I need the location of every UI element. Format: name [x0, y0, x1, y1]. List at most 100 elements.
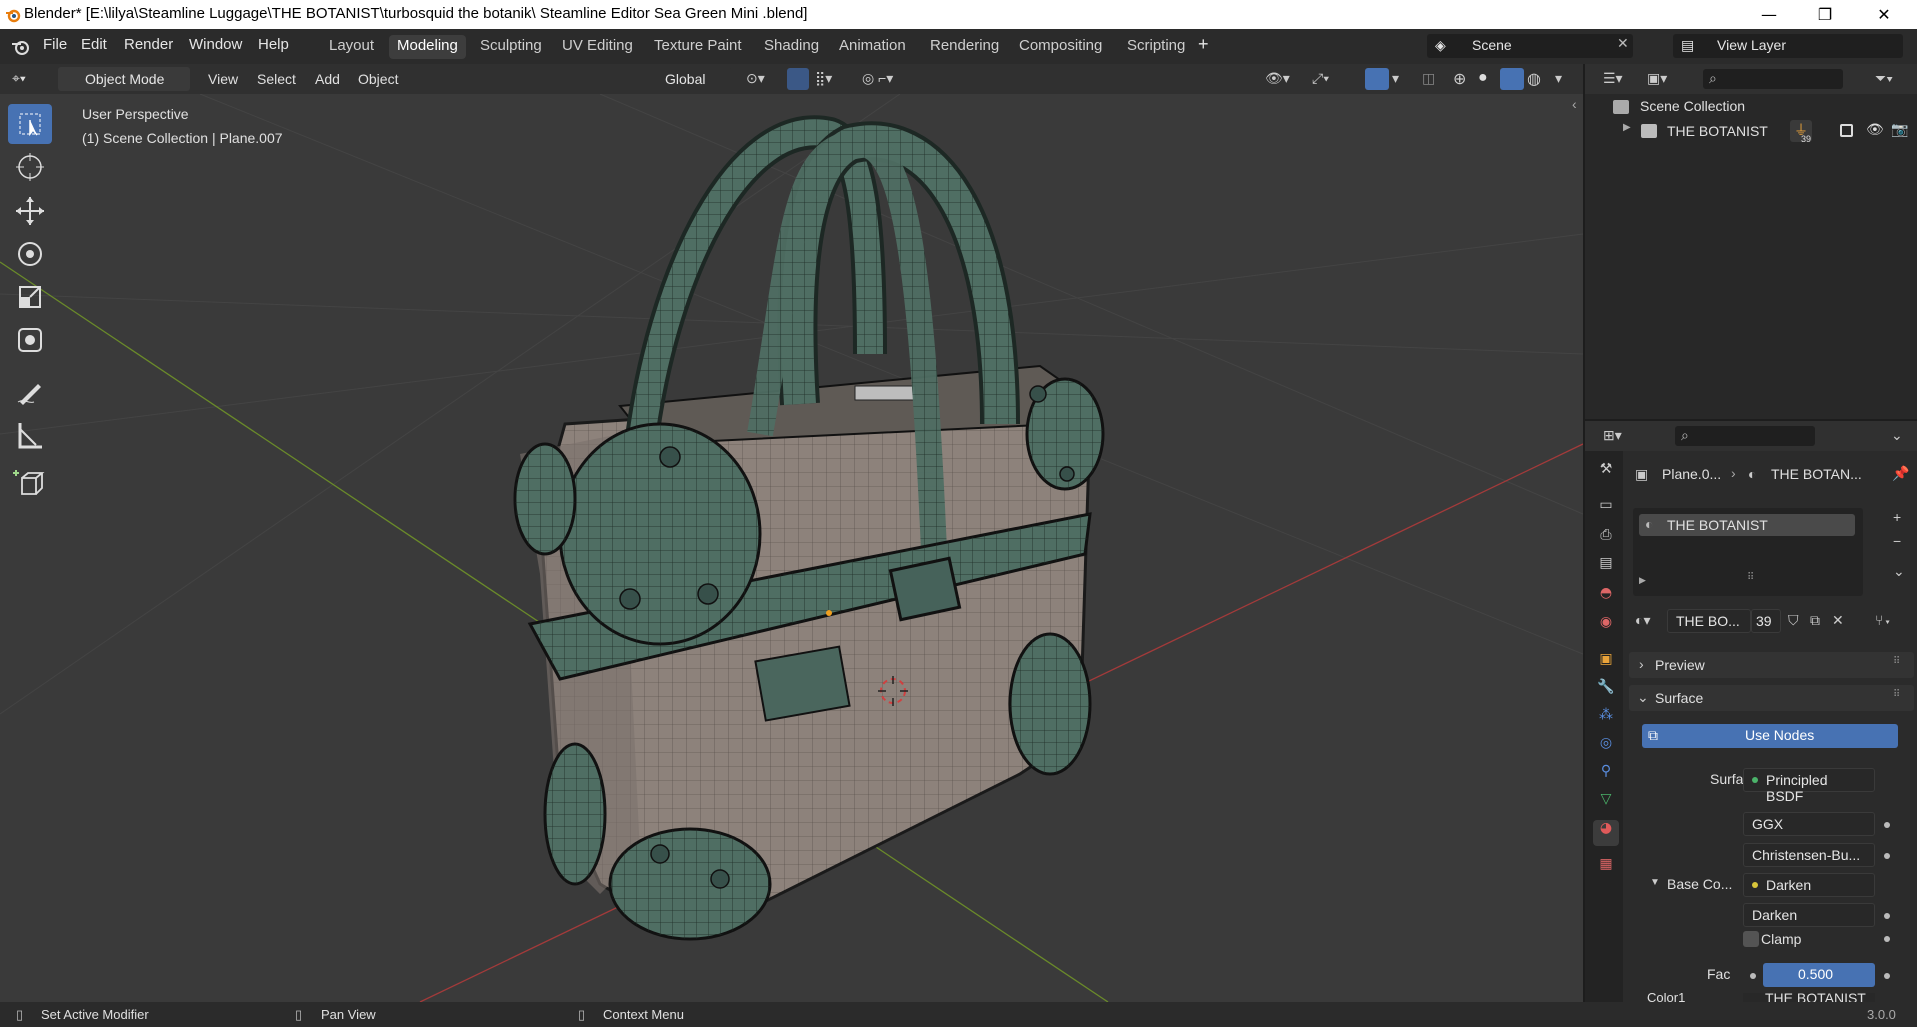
view-layer-selector[interactable]: ▤ View Layer: [1673, 34, 1903, 58]
wireframe-shading-icon[interactable]: ⊕: [1453, 69, 1466, 89]
menu-help[interactable]: Help: [258, 36, 289, 53]
annotate-tool[interactable]: [8, 372, 52, 412]
add-workspace-icon[interactable]: +: [1198, 34, 1209, 55]
scene-selector[interactable]: ◈ Scene: [1427, 34, 1633, 58]
menu-object[interactable]: Object: [358, 71, 398, 87]
shading-dropdown-icon[interactable]: ▾: [1555, 70, 1562, 87]
modifier-tab-icon[interactable]: 🔧: [1593, 679, 1619, 705]
close-button[interactable]: ✕: [1856, 0, 1912, 29]
add-slot-icon[interactable]: +: [1893, 509, 1901, 525]
solid-shading-icon[interactable]: ●: [1478, 69, 1488, 87]
editor-type-icon[interactable]: ⌖▾: [12, 70, 26, 87]
exclude-checkbox[interactable]: [1840, 124, 1853, 137]
material-tab-icon[interactable]: ◕: [1593, 820, 1619, 846]
scene-tab-icon[interactable]: ◓: [1593, 585, 1619, 611]
pin-icon[interactable]: 📌: [1892, 465, 1909, 482]
outliner-root-label[interactable]: Scene Collection: [1640, 98, 1745, 114]
menu-render[interactable]: Render: [124, 36, 173, 53]
drag-handle-icon[interactable]: ⠿: [1893, 689, 1900, 700]
material-users-count[interactable]: 39: [1751, 609, 1781, 633]
proportional-edit-icon[interactable]: ◎ ⌐▾: [862, 70, 893, 87]
keyframe-dot-icon[interactable]: [1884, 913, 1890, 919]
menu-edit[interactable]: Edit: [81, 36, 107, 53]
scene-close-icon[interactable]: ✕: [1617, 36, 1629, 52]
tab-shading[interactable]: Shading: [756, 35, 827, 59]
transform-tool[interactable]: [8, 320, 52, 360]
minimize-button[interactable]: —: [1741, 0, 1797, 29]
physics-tab-icon[interactable]: ◎: [1593, 735, 1619, 761]
data-tab-icon[interactable]: ▽: [1593, 791, 1619, 817]
restore-button[interactable]: ❐: [1797, 0, 1853, 29]
menu-window[interactable]: Window: [189, 36, 242, 53]
tab-scripting[interactable]: Scripting: [1119, 35, 1193, 59]
visibility-icon[interactable]: 👁▾: [1265, 70, 1290, 87]
display-mode-icon[interactable]: ▣▾: [1647, 70, 1667, 87]
constraints-tab-icon[interactable]: ⚲: [1593, 763, 1619, 789]
keyframe-dot-icon[interactable]: [1884, 822, 1890, 828]
expand-arrow-icon[interactable]: ▶: [1623, 122, 1631, 133]
texture-tab-icon[interactable]: ▦: [1593, 856, 1619, 882]
properties-dropdown-icon[interactable]: ⌄: [1891, 427, 1903, 444]
surface-shader-field[interactable]: Principled BSDF: [1743, 768, 1875, 804]
overlay-toggle-icon[interactable]: [1365, 68, 1389, 90]
3d-viewport[interactable]: User Perspective (1) Scene Collection | …: [0, 94, 1583, 1002]
camera-icon[interactable]: 📷: [1891, 121, 1908, 138]
fake-user-icon[interactable]: ⛉: [1788, 612, 1799, 629]
remove-slot-icon[interactable]: −: [1893, 533, 1901, 549]
list-expand-icon[interactable]: ▶: [1639, 575, 1646, 586]
tab-layout[interactable]: Layout: [321, 35, 382, 59]
tab-modeling[interactable]: Modeling: [389, 35, 466, 59]
tab-sculpting[interactable]: Sculpting: [472, 35, 550, 59]
clamp-checkbox[interactable]: [1743, 931, 1759, 947]
object-tab-icon[interactable]: ▣: [1593, 651, 1619, 677]
tool-tab-icon[interactable]: ⚒: [1593, 461, 1619, 487]
material-name-field[interactable]: THE BO...: [1667, 609, 1751, 633]
subsurface-method-dropdown[interactable]: Christensen-Bu...: [1743, 843, 1875, 867]
rendered-shading-icon[interactable]: ◍: [1527, 69, 1541, 89]
list-resize-handle[interactable]: ⠿: [1747, 572, 1754, 583]
tab-compositing[interactable]: Compositing: [1011, 35, 1110, 59]
blender-menu-icon[interactable]: [11, 38, 31, 56]
fac-slider[interactable]: 0.500: [1763, 963, 1875, 987]
snap-toggle-icon[interactable]: [787, 68, 809, 90]
tab-rendering[interactable]: Rendering: [922, 35, 1007, 59]
material-slot-row[interactable]: ◐ THE BOTANIST: [1639, 514, 1855, 536]
drag-handle-icon[interactable]: ⠿: [1893, 656, 1900, 667]
distribution-dropdown[interactable]: GGX: [1743, 812, 1875, 836]
snap-target-icon[interactable]: ⣿▾: [815, 70, 832, 87]
pivot-icon[interactable]: ⊙▾: [746, 70, 765, 87]
unlink-material-icon[interactable]: ✕: [1832, 612, 1844, 629]
duplicate-material-icon[interactable]: ⧉: [1810, 612, 1820, 629]
tab-uv-editing[interactable]: UV Editing: [554, 35, 641, 59]
keyframe-dot-icon[interactable]: [1884, 853, 1890, 859]
filter-icon[interactable]: ⏷▾: [1875, 70, 1893, 87]
menu-select[interactable]: Select: [257, 71, 296, 87]
material-shading-icon[interactable]: [1500, 68, 1524, 90]
overlay-dropdown-icon[interactable]: ▾: [1392, 70, 1399, 87]
keyframe-dot-icon[interactable]: [1884, 936, 1890, 942]
particles-tab-icon[interactable]: ⁂: [1593, 707, 1619, 733]
eye-icon[interactable]: 👁: [1866, 121, 1884, 138]
tab-animation[interactable]: Animation: [831, 35, 914, 59]
xray-icon[interactable]: ◫: [1422, 70, 1435, 87]
move-tool[interactable]: [8, 191, 52, 231]
material-browse-icon[interactable]: ◐▾: [1635, 612, 1650, 629]
gizmo-icon[interactable]: ⤢▾: [1312, 70, 1329, 87]
keyframe-dot-icon[interactable]: [1884, 973, 1890, 979]
properties-search-input[interactable]: ⌕: [1675, 426, 1815, 446]
color1-field[interactable]: THE BOTANIST: [1743, 993, 1875, 1002]
sidebar-toggle-icon[interactable]: ‹: [1572, 96, 1577, 112]
select-box-tool[interactable]: [8, 104, 52, 144]
render-tab-icon[interactable]: ▭: [1593, 497, 1619, 523]
surface-panel-header[interactable]: ⌄ Surface ⠿: [1629, 685, 1914, 711]
tab-texture-paint[interactable]: Texture Paint: [646, 35, 750, 59]
measure-tool[interactable]: [8, 415, 52, 455]
outliner-item-label[interactable]: THE BOTANIST: [1667, 123, 1768, 139]
cursor-tool[interactable]: [8, 147, 52, 187]
menu-add[interactable]: Add: [315, 71, 340, 87]
transform-orientation-dropdown[interactable]: Global: [636, 67, 732, 91]
mode-dropdown[interactable]: Object Mode: [58, 67, 190, 91]
node-link-icon[interactable]: ⑂▾: [1875, 612, 1892, 628]
add-cube-tool[interactable]: [8, 464, 52, 504]
outliner-search-input[interactable]: ⌕: [1703, 69, 1843, 89]
